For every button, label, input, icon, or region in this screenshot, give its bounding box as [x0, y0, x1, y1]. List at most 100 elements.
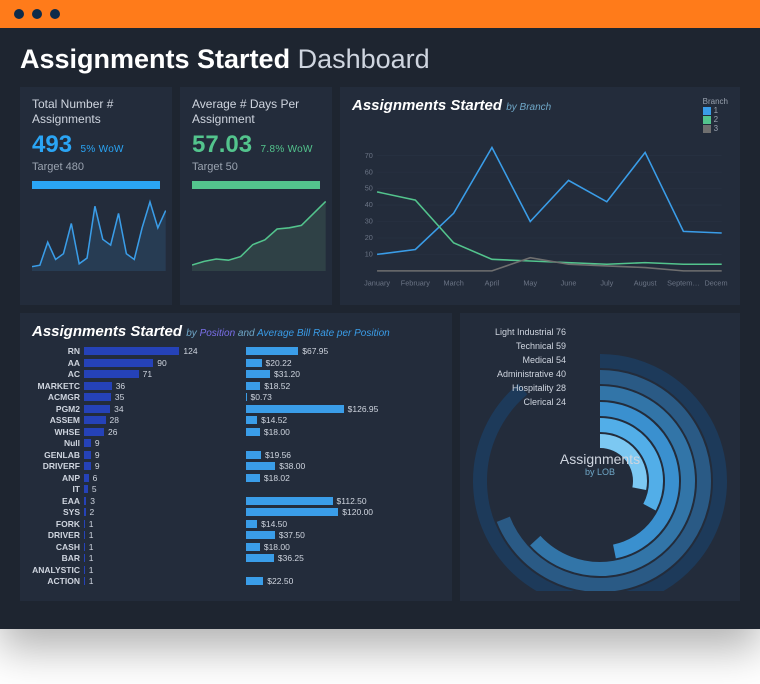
branch-chart-card: Assignments Started by Branch Branch 123…: [340, 87, 740, 305]
bar-row: $18.00: [246, 426, 440, 438]
lob-subtitle: by LOB: [460, 467, 740, 477]
bar-row: $0.73: [246, 392, 440, 404]
lob-title-group: Assignments by LOB: [460, 451, 740, 477]
branch-line-chart: 10203040506070JanuaryFebruaryMarchAprilM…: [352, 133, 728, 290]
kpi2-target: Target 50: [192, 161, 320, 173]
svg-text:June: June: [561, 278, 577, 287]
bar-row: $31.20: [246, 369, 440, 381]
bar-row: PGM234: [32, 403, 226, 415]
kpi1-delta: 5% WoW: [81, 144, 124, 155]
branch-chart-title-wrap: Assignments Started by Branch: [352, 97, 551, 114]
lob-label: Clerical 24: [470, 397, 566, 407]
bar-row: $126.95: [246, 403, 440, 415]
bars-sub-by: by: [186, 328, 197, 339]
kpi1-bar: [32, 181, 160, 189]
bar-row: RN124: [32, 346, 226, 358]
bar-row: FORK1: [32, 518, 226, 530]
bar-row: AA90: [32, 357, 226, 369]
page-title-bold: Assignments Started: [20, 44, 290, 74]
bars-sub-position: Position: [200, 328, 236, 339]
bar-row: ACTION1: [32, 576, 226, 588]
bar-row: EAA3: [32, 495, 226, 507]
kpi1-label: Total Number # Assignments: [32, 97, 160, 127]
window-dot-2[interactable]: [32, 9, 42, 19]
bars-sub-avg: Average: [257, 328, 294, 339]
kpi-total-assignments: Total Number # Assignments 493 5% WoW Ta…: [20, 87, 172, 305]
bar-row: BAR1: [32, 553, 226, 565]
kpi-avg-days: Average # Days Per Assignment 57.03 7.8%…: [180, 87, 332, 305]
legend-item[interactable]: 1: [703, 106, 728, 115]
bar-row: ANP6: [32, 472, 226, 484]
svg-text:Septem…: Septem…: [667, 278, 699, 287]
kpi2-value: 57.03: [192, 131, 252, 158]
svg-text:10: 10: [365, 249, 373, 258]
kpi2-delta: 7.8% WoW: [261, 144, 313, 155]
legend-item[interactable]: 3: [703, 124, 728, 133]
position-bars-chart: RN124AA90AC71MARKETC36ACMGR35PGM234ASSEM…: [32, 346, 440, 588]
bar-row: $36.25: [246, 553, 440, 565]
bars-title-wrap: Assignments Started by Position and Aver…: [32, 323, 440, 340]
lob-label: Technical 59: [470, 341, 566, 351]
bar-row: ASSEM28: [32, 415, 226, 427]
bar-row: $18.00: [246, 541, 440, 553]
svg-text:January: January: [364, 278, 390, 287]
bar-row: DRIVER1: [32, 530, 226, 542]
bars-sub-rate: Bill Rate per Position: [297, 328, 390, 339]
svg-text:May: May: [523, 278, 537, 287]
svg-text:40: 40: [365, 200, 373, 209]
bars-title: Assignments Started: [32, 323, 182, 340]
lob-label: Light Industrial 76: [470, 327, 566, 337]
branch-chart-subtitle: by Branch: [506, 102, 551, 113]
svg-text:July: July: [600, 278, 613, 287]
kpi2-label: Average # Days Per Assignment: [192, 97, 320, 127]
position-bars-card: Assignments Started by Position and Aver…: [20, 313, 452, 601]
svg-text:70: 70: [365, 151, 373, 160]
bar-row: $37.50: [246, 530, 440, 542]
bar-row: Null9: [32, 438, 226, 450]
bar-row: $14.52: [246, 415, 440, 427]
dashboard-window: Assignments Started Dashboard Total Numb…: [0, 0, 760, 629]
lob-title: Assignments: [460, 451, 740, 467]
lob-labels: Light Industrial 76 Technical 59 Medical 5…: [470, 327, 566, 411]
window-titlebar: [0, 0, 760, 28]
window-dot-3[interactable]: [50, 9, 60, 19]
branch-legend: Branch 123: [703, 97, 728, 133]
bar-row: ACMGR35: [32, 392, 226, 404]
svg-text:20: 20: [365, 233, 373, 242]
page-title-rest: Dashboard: [298, 44, 430, 74]
svg-text:March: March: [444, 278, 464, 287]
bars-sub-and: and: [238, 328, 255, 339]
svg-text:50: 50: [365, 184, 373, 193]
bar-row: $120.00: [246, 507, 440, 519]
branch-chart-title: Assignments Started: [352, 97, 502, 114]
legend-item[interactable]: 2: [703, 115, 728, 124]
bar-row: $22.50: [246, 576, 440, 588]
svg-text:60: 60: [365, 167, 373, 176]
bar-row: GENLAB9: [32, 449, 226, 461]
page-title: Assignments Started Dashboard: [20, 44, 740, 75]
lob-label: Medical 54: [470, 355, 566, 365]
bar-row: MARKETC36: [32, 380, 226, 392]
svg-text:Decemb…: Decemb…: [704, 278, 728, 287]
bar-row: $20.22: [246, 357, 440, 369]
lob-chart-card: Light Industrial 76 Technical 59 Medical 5…: [460, 313, 740, 601]
bar-row: $19.56: [246, 449, 440, 461]
bar-row: ANALYSTIC1: [32, 564, 226, 576]
bar-row: $112.50: [246, 495, 440, 507]
svg-text:August: August: [634, 278, 657, 287]
bar-row: DRIVERF9: [32, 461, 226, 473]
lob-label: Administrative 40: [470, 369, 566, 379]
kpi1-target: Target 480: [32, 161, 160, 173]
bar-row: SYS2: [32, 507, 226, 519]
branch-legend-title: Branch: [703, 97, 728, 106]
bar-row: AC71: [32, 369, 226, 381]
bar-row: WHSE26: [32, 426, 226, 438]
bar-row: $14.50: [246, 518, 440, 530]
window-dot-1[interactable]: [14, 9, 24, 19]
bar-row: $18.02: [246, 472, 440, 484]
bar-row: CASH1: [32, 541, 226, 553]
bar-row: $67.95: [246, 346, 440, 358]
kpi1-sparkline-chart: [32, 199, 166, 271]
bar-row: $18.52: [246, 380, 440, 392]
lob-label: Hospitality 28: [470, 383, 566, 393]
